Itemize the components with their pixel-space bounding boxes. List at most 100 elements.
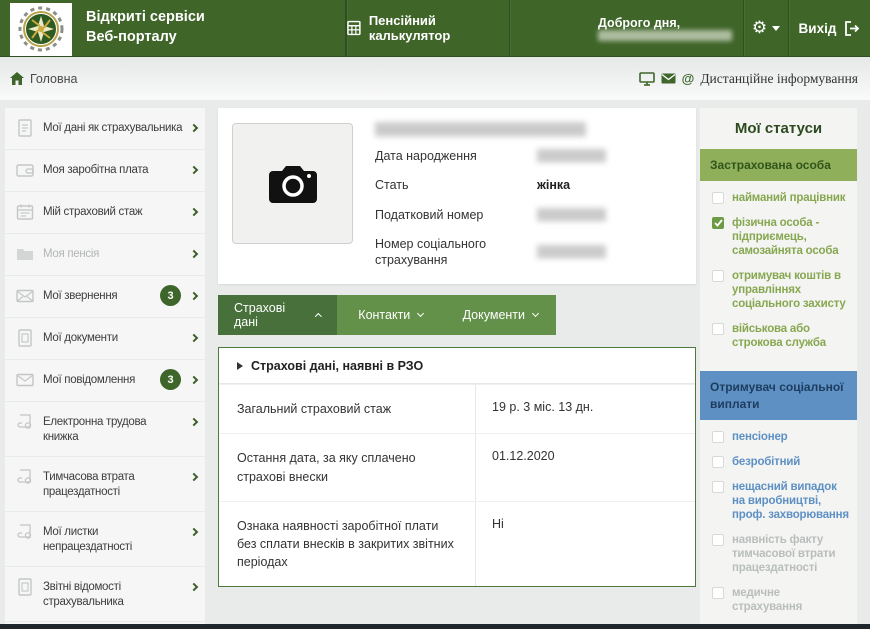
main-navigation: Мої дані як страхувальника Моя заробітна…: [5, 108, 205, 624]
status-social-protection-funds[interactable]: отримувач коштів в управліннях соціально…: [712, 269, 851, 311]
status-self-employed[interactable]: фізична особа - підприємець, самозайнята…: [712, 216, 851, 258]
home-icon: [10, 72, 24, 85]
insurance-data-panel: Страхові дані, наявні в РЗО Загальний ст…: [218, 347, 696, 587]
logout-icon: [844, 21, 860, 36]
user-greeting: Доброго дня, ██████████████████████: [509, 0, 743, 56]
table-row: Ознака наявності заробітної плати без сп…: [219, 501, 695, 586]
checkbox-checked[interactable]: [712, 217, 724, 229]
chevron-down-icon: [772, 26, 780, 31]
status-list: пенсіонер безробітний нещасний випадок н…: [700, 420, 857, 624]
status-military-service[interactable]: військова або строкова служба: [712, 322, 851, 350]
tab-contacts[interactable]: Контакти: [337, 295, 445, 335]
chevron-right-icon: [190, 473, 198, 481]
chevron-right-icon: [190, 528, 198, 536]
profile-card: ████████████████████████████ Дата народж…: [218, 108, 696, 284]
chevron-right-icon: [190, 376, 198, 384]
logout-button[interactable]: Вихід: [788, 0, 870, 56]
status-pensioner[interactable]: пенсіонер: [712, 430, 851, 444]
chevron-up-icon: [315, 313, 322, 320]
chevron-right-icon: [190, 292, 198, 300]
envelope-icon: [661, 73, 676, 84]
profile-row: Номер соціального страхування ██████████: [375, 236, 682, 269]
insurance-panel-title: Страхові дані, наявні в РЗО: [251, 359, 423, 373]
pfu-emblem-icon: [17, 5, 65, 53]
app-header: Відкриті сервіси Веб-порталу Пенсійний к…: [0, 0, 870, 57]
greeting-text: Доброго дня,: [598, 16, 680, 30]
status-hired-worker[interactable]: найманий працівник: [712, 191, 851, 205]
appeals-count-badge: 3: [160, 285, 181, 306]
pension-calculator-link[interactable]: Пенсійний калькулятор: [346, 0, 509, 56]
sidebar-item-messages[interactable]: Мої повідомлення 3: [5, 360, 205, 402]
insurance-panel-header[interactable]: Страхові дані, наявні в РЗО: [219, 348, 695, 384]
at-icon: @: [682, 71, 695, 86]
chevron-right-icon: [190, 124, 198, 132]
checkbox-unchecked[interactable]: [712, 481, 724, 493]
checkbox-unchecked[interactable]: [712, 192, 724, 204]
checkbox-unchecked[interactable]: [712, 534, 724, 546]
checkbox-unchecked[interactable]: [712, 456, 724, 468]
gear-icon: ⚙: [752, 18, 767, 38]
sidebar-item-temporary-disability[interactable]: Тимчасова втрата працездатності: [5, 457, 205, 512]
breadcrumb-home-link[interactable]: Головна: [10, 72, 78, 86]
portal-title-line1: Відкриті сервіси: [86, 8, 205, 28]
sidebar-item-documents[interactable]: Мої документи: [5, 318, 205, 360]
person-name-redacted: ████████████████████████████: [375, 122, 682, 136]
sidebar-item-insurance-record[interactable]: Мій страховий стаж: [5, 192, 205, 234]
check-icon: [714, 219, 723, 227]
sidebar-item-appeals[interactable]: Мої звернення 3: [5, 276, 205, 318]
table-row: Остання дата, за яку сплачено страхові в…: [219, 433, 695, 500]
sidebar-item-employment-book[interactable]: Електронна трудова книжка: [5, 402, 205, 457]
remote-informing[interactable]: @ Дистанційне інформування: [639, 71, 858, 87]
remote-informing-label: Дистанційне інформування: [700, 71, 858, 87]
checkbox-unchecked[interactable]: [712, 431, 724, 443]
status-temporary-disability-fact[interactable]: наявність факту тимчасової втрати працез…: [712, 533, 851, 575]
photo-placeholder[interactable]: [232, 123, 353, 244]
settings-menu-button[interactable]: ⚙: [743, 0, 788, 56]
tab-insurance-data[interactable]: Страхові дані: [218, 295, 337, 335]
unpaid-contributions-flag-value: Ні: [475, 502, 695, 586]
social-insurance-number-redacted: ██████████: [537, 246, 682, 258]
scroll-icon: [15, 412, 35, 432]
status-medical-insurance[interactable]: медичне страхування: [712, 586, 851, 614]
sidebar-item-label: Мої повідомлення: [43, 371, 152, 388]
sidebar-item-salary[interactable]: Моя заробітна плата: [5, 150, 205, 192]
messages-count-badge: 3: [160, 369, 181, 390]
field-label: Номер соціального страхування: [375, 236, 525, 269]
checkbox-unchecked[interactable]: [712, 270, 724, 282]
scroll-icon: [15, 467, 35, 487]
gender-value: жінка: [537, 178, 682, 192]
total-insurance-record-value: 19 р. 3 міс. 13 дн.: [475, 385, 695, 433]
main-content: ████████████████████████████ Дата народж…: [218, 108, 696, 587]
sidebar-item-label: Мої дані як страхувальника: [43, 119, 183, 136]
envelope-open-icon: [15, 370, 35, 390]
sidebar-item-my-sick-notes[interactable]: Мої листки непрацездатності: [5, 512, 205, 567]
content-tabs: Страхові дані Контакти Документи: [218, 295, 556, 335]
footer-strip: [0, 624, 870, 629]
tab-documents[interactable]: Документи: [445, 295, 556, 335]
pfu-logo[interactable]: [10, 3, 72, 56]
chevron-right-icon: [190, 166, 198, 174]
scroll-icon: [15, 522, 35, 542]
section-header-insured-person: Застрахована особа: [700, 149, 857, 181]
status-unemployed[interactable]: безробітний: [712, 455, 851, 469]
checkbox-unchecked[interactable]: [712, 323, 724, 335]
chevron-right-icon: [190, 250, 198, 258]
sidebar-item-pension[interactable]: Моя пенсія: [5, 234, 205, 276]
checkbox-unchecked[interactable]: [712, 587, 724, 599]
triangle-right-icon: [237, 362, 243, 370]
field-label: Дата народження: [375, 148, 525, 164]
sidebar-item-label: Моя пенсія: [43, 245, 183, 262]
status-list: найманий працівник фізична особа - підпр…: [700, 181, 857, 371]
row-label: Загальний страховий стаж: [219, 385, 475, 433]
portal-title: Відкриті сервіси Веб-порталу: [86, 8, 205, 47]
sidebar-item-label: Мій страховий стаж: [43, 203, 183, 220]
user-name-redacted: ██████████████████████: [598, 30, 732, 41]
statuses-panel: Мої статуси Застрахована особа найманий …: [700, 108, 857, 624]
sidebar-item-insurer-data[interactable]: Мої дані як страхувальника: [5, 108, 205, 150]
logout-label: Вихід: [799, 21, 837, 36]
document-icon: [15, 118, 35, 138]
status-work-accident[interactable]: нещасний випадок на виробництві, проф. з…: [712, 480, 851, 522]
portal-title-line2: Веб-порталу: [86, 28, 205, 48]
sidebar-item-insurer-reports[interactable]: Звітні відомості страхувальника: [5, 567, 205, 622]
breadcrumb-home-label: Головна: [30, 72, 78, 86]
